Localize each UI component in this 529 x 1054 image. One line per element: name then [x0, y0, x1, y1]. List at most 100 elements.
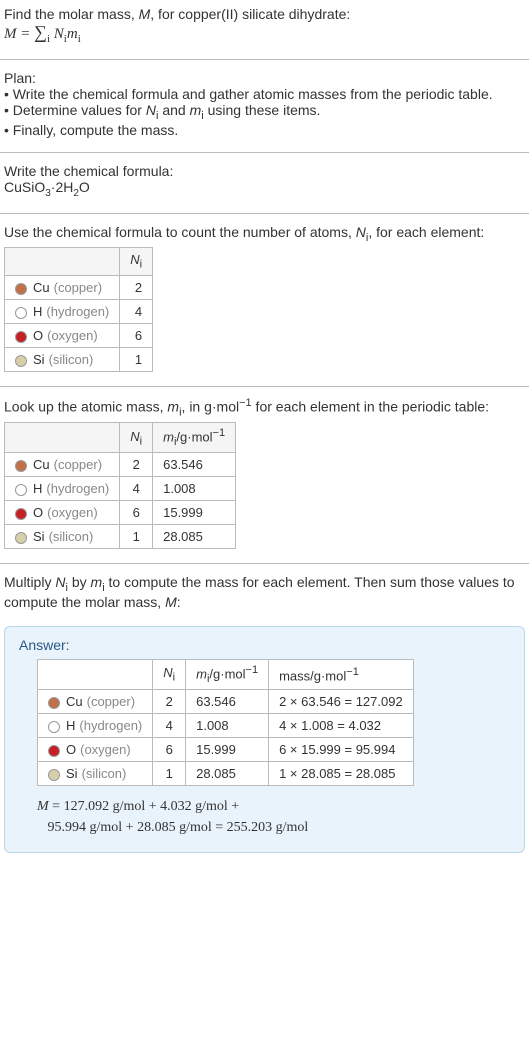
m-cell: 63.546	[186, 690, 269, 714]
m-cell: 15.999	[153, 501, 236, 525]
n-cell: 6	[153, 738, 186, 762]
m-cell: 63.546	[153, 453, 236, 477]
m-cell: 1.008	[153, 477, 236, 501]
plan-bullet: • Finally, compute the mass.	[4, 122, 525, 138]
table-header: Ni	[120, 423, 153, 453]
count-heading: Use the chemical formula to count the nu…	[4, 224, 525, 244]
intro-section: Find the molar mass, M, for copper(II) s…	[0, 0, 529, 55]
plan-section: Plan: • Write the chemical formula and g…	[0, 64, 529, 148]
table-row: H(hydrogen) 4 1.008 4 × 1.008 = 4.032	[38, 714, 414, 738]
table-row: Si(silicon) 1 28.085 1 × 28.085 = 28.085	[38, 762, 414, 786]
n-cell: 1	[120, 525, 153, 549]
divider	[0, 563, 529, 564]
n-cell: 4	[120, 299, 153, 323]
plan-bullet: • Write the chemical formula and gather …	[4, 86, 525, 102]
element-cell: Cu(copper)	[5, 453, 120, 477]
m-cell: 28.085	[153, 525, 236, 549]
element-swatch-icon	[15, 355, 27, 367]
element-swatch-icon	[15, 307, 27, 319]
table-header: Ni	[153, 660, 186, 690]
multiply-section: Multiply Ni by mi to compute the mass fo…	[0, 568, 529, 620]
element-cell: H(hydrogen)	[38, 714, 153, 738]
mass-cell: 4 × 1.008 = 4.032	[269, 714, 414, 738]
intro-line: Find the molar mass, M, for copper(II) s…	[4, 6, 525, 22]
divider	[0, 152, 529, 153]
element-cell: Cu(copper)	[38, 690, 153, 714]
divider	[0, 386, 529, 387]
masses-table: Ni mi/g·mol−1 Cu(copper) 2 63.546 H(hydr…	[4, 422, 236, 549]
n-cell: 4	[153, 714, 186, 738]
m-cell: 1.008	[186, 714, 269, 738]
chemical-formula: CuSiO3·2H2O	[4, 179, 525, 199]
plan-bullet: • Determine values for Ni and mi using t…	[4, 102, 525, 122]
table-row: H(hydrogen) 4 1.008	[5, 477, 236, 501]
table-row: Si(silicon) 1	[5, 347, 153, 371]
table-row: O(oxygen) 6	[5, 323, 153, 347]
element-swatch-icon	[48, 745, 60, 757]
answer-label: Answer:	[19, 637, 510, 653]
element-cell: O(oxygen)	[5, 501, 120, 525]
m-cell: 28.085	[186, 762, 269, 786]
masses-section: Look up the atomic mass, mi, in g·mol−1 …	[0, 391, 529, 559]
n-cell: 2	[120, 453, 153, 477]
n-cell: 6	[120, 501, 153, 525]
element-swatch-icon	[15, 331, 27, 343]
element-cell: Cu(copper)	[5, 275, 120, 299]
table-header-row: Ni mi/g·mol−1 mass/g·mol−1	[38, 660, 414, 690]
element-cell: Si(silicon)	[5, 347, 120, 371]
table-row: O(oxygen) 6 15.999 6 × 15.999 = 95.994	[38, 738, 414, 762]
table-row: H(hydrogen) 4	[5, 299, 153, 323]
table-row: Cu(copper) 2	[5, 275, 153, 299]
chemformula-heading: Write the chemical formula:	[4, 163, 525, 179]
element-cell: Si(silicon)	[38, 762, 153, 786]
element-cell: H(hydrogen)	[5, 477, 120, 501]
mass-cell: 2 × 63.546 = 127.092	[269, 690, 414, 714]
n-cell: 1	[120, 347, 153, 371]
table-row: Cu(copper) 2 63.546	[5, 453, 236, 477]
n-cell: 6	[120, 323, 153, 347]
plan-heading: Plan:	[4, 70, 525, 86]
final-equation: M = 127.092 g/mol + 4.032 g/mol + 95.994…	[19, 796, 510, 838]
count-section: Use the chemical formula to count the nu…	[0, 218, 529, 382]
mass-cell: 6 × 15.999 = 95.994	[269, 738, 414, 762]
table-row: Si(silicon) 1 28.085	[5, 525, 236, 549]
element-swatch-icon	[48, 721, 60, 733]
table-header: mass/g·mol−1	[269, 660, 414, 690]
element-swatch-icon	[15, 532, 27, 544]
element-swatch-icon	[15, 484, 27, 496]
chemformula-section: Write the chemical formula: CuSiO3·2H2O	[0, 157, 529, 209]
masses-heading: Look up the atomic mass, mi, in g·mol−1 …	[4, 397, 525, 418]
element-cell: H(hydrogen)	[5, 299, 120, 323]
element-swatch-icon	[15, 460, 27, 472]
element-swatch-icon	[15, 508, 27, 520]
divider	[0, 213, 529, 214]
table-header	[38, 660, 153, 690]
n-cell: 2	[120, 275, 153, 299]
table-row: Cu(copper) 2 63.546 2 × 63.546 = 127.092	[38, 690, 414, 714]
element-swatch-icon	[15, 283, 27, 295]
table-header: mi/g·mol−1	[186, 660, 269, 690]
count-table: Ni Cu(copper) 2 H(hydrogen) 4 O(oxygen) …	[4, 247, 153, 372]
divider	[0, 59, 529, 60]
table-header	[5, 248, 120, 276]
n-cell: 1	[153, 762, 186, 786]
n-cell: 2	[153, 690, 186, 714]
element-cell: O(oxygen)	[38, 738, 153, 762]
element-swatch-icon	[48, 769, 60, 781]
table-header-row: Ni	[5, 248, 153, 276]
element-swatch-icon	[48, 697, 60, 709]
answer-box: Answer: Ni mi/g·mol−1 mass/g·mol−1 Cu(co…	[4, 626, 525, 853]
mass-cell: 1 × 28.085 = 28.085	[269, 762, 414, 786]
table-header-row: Ni mi/g·mol−1	[5, 423, 236, 453]
element-cell: Si(silicon)	[5, 525, 120, 549]
table-header: mi/g·mol−1	[153, 423, 236, 453]
multiply-heading: Multiply Ni by mi to compute the mass fo…	[4, 574, 525, 610]
intro-equation: M = ∑i Nimi	[4, 22, 525, 45]
n-cell: 4	[120, 477, 153, 501]
element-cell: O(oxygen)	[5, 323, 120, 347]
table-row: O(oxygen) 6 15.999	[5, 501, 236, 525]
m-cell: 15.999	[186, 738, 269, 762]
table-header: Ni	[120, 248, 153, 276]
answer-table: Ni mi/g·mol−1 mass/g·mol−1 Cu(copper) 2 …	[37, 659, 414, 786]
table-header	[5, 423, 120, 453]
